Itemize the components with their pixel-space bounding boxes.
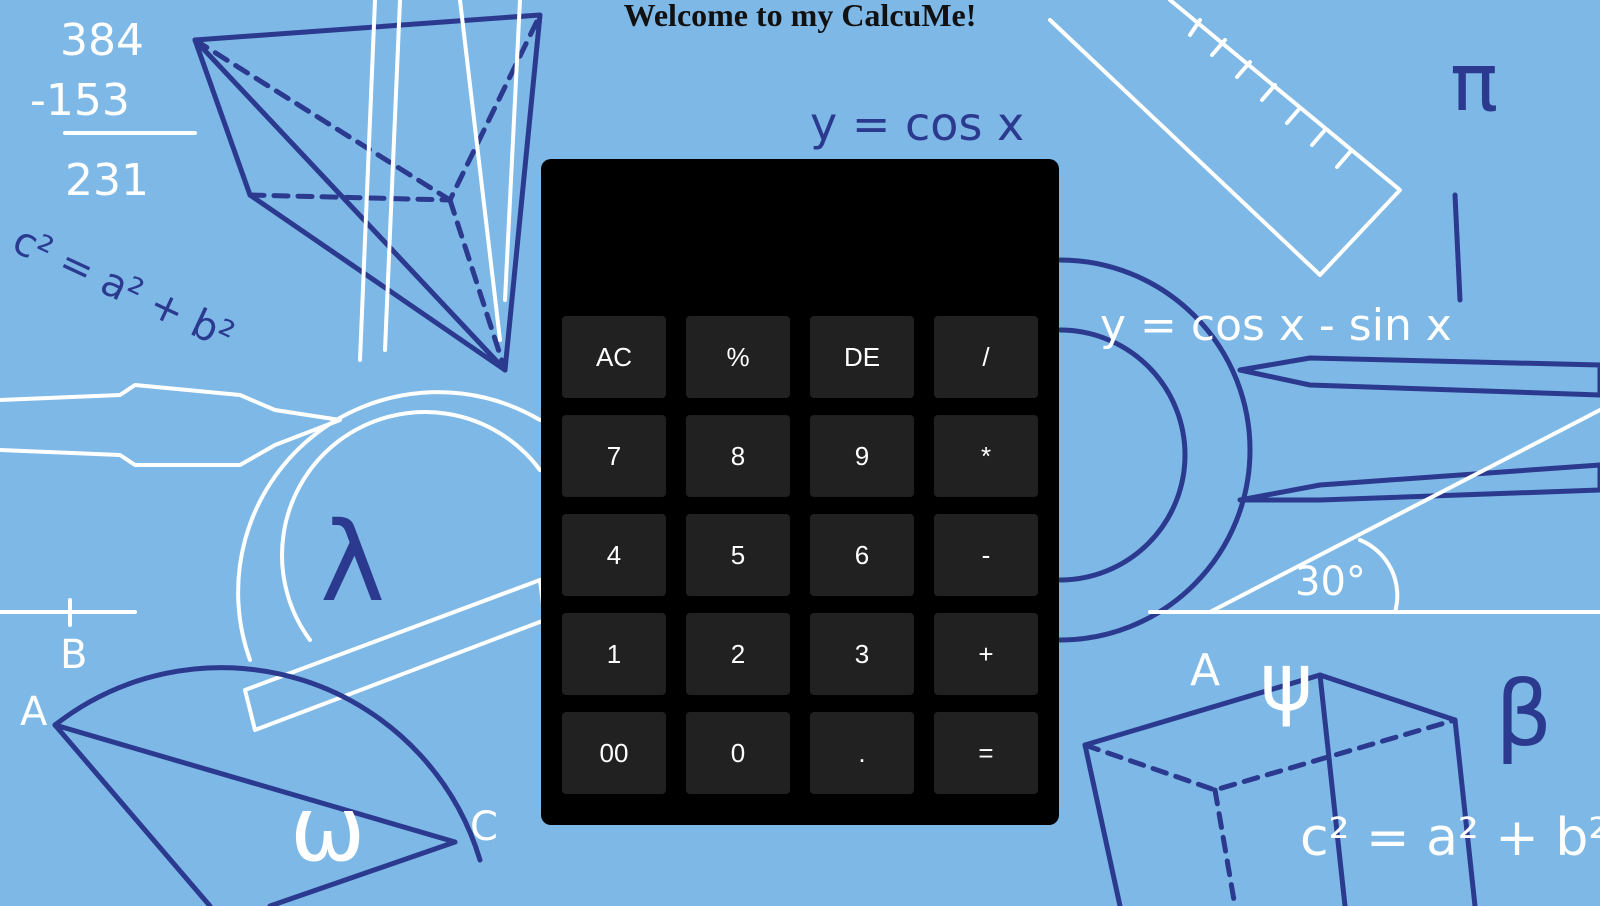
- key-4[interactable]: 4: [562, 514, 666, 596]
- key-7[interactable]: 7: [562, 415, 666, 497]
- pen-doodle-left: [0, 383, 342, 467]
- key-decimal[interactable]: .: [810, 712, 914, 794]
- pen-doodle-right: [1237, 355, 1600, 503]
- sum-line-right: [1452, 192, 1463, 303]
- key-9[interactable]: 9: [810, 415, 914, 497]
- circle-geometry-doodle: [52, 665, 483, 906]
- key-5[interactable]: 5: [686, 514, 790, 596]
- cos-upper-text: y = cos x: [810, 97, 1024, 151]
- key-multiply[interactable]: *: [934, 415, 1038, 497]
- calculator-display[interactable]: [561, 177, 1039, 289]
- omega-text: ω: [290, 777, 365, 882]
- key-divide[interactable]: /: [934, 316, 1038, 398]
- key-delete[interactable]: DE: [810, 316, 914, 398]
- triangle-doodle: [1148, 408, 1600, 614]
- letter-a-left-text: A: [20, 689, 48, 735]
- beta-text: β: [1495, 662, 1552, 767]
- key-3[interactable]: 3: [810, 613, 914, 695]
- calculator: AC% DE/ 7 8 9 * 4 5 6- 1 2 3 +00 0. =: [541, 159, 1059, 825]
- key-1[interactable]: 1: [562, 613, 666, 695]
- letter-b-left-text: B: [60, 632, 87, 678]
- sum-sub-text: -153: [30, 75, 130, 126]
- key-percent[interactable]: %: [686, 316, 790, 398]
- key-6[interactable]: 6: [810, 514, 914, 596]
- axis-line-doodle: [0, 598, 137, 627]
- cos-right-text: y = cos x - sin x: [1100, 300, 1452, 351]
- angle-30-text: 30°: [1295, 559, 1366, 605]
- pythagoras-right-text: c² = a² + b²: [1300, 808, 1600, 868]
- key-00[interactable]: 00: [562, 712, 666, 794]
- psi-text: ψ: [1260, 636, 1313, 729]
- page-title: Welcome to my CalcuMe!: [623, 0, 977, 33]
- compass-doodle: [358, 0, 522, 362]
- key-2[interactable]: 2: [686, 613, 790, 695]
- key-8[interactable]: 8: [686, 415, 790, 497]
- letter-a-right-text: A: [1190, 645, 1220, 696]
- lambda-text: λ: [320, 498, 385, 626]
- key-add[interactable]: +: [934, 613, 1038, 695]
- key-0[interactable]: 0: [686, 712, 790, 794]
- pi-text: π: [1450, 36, 1498, 129]
- pythagoras-left-text: c² = a² + b²: [6, 217, 241, 359]
- key-equals[interactable]: =: [934, 712, 1038, 794]
- key-ac[interactable]: AC: [562, 316, 666, 398]
- key-subtract[interactable]: -: [934, 514, 1038, 596]
- letter-c-left-text: C: [470, 804, 498, 850]
- calculator-keypad: AC% DE/ 7 8 9 * 4 5 6- 1 2 3 +00 0. =: [562, 316, 1038, 794]
- sum-result-text: 231: [65, 155, 149, 206]
- ruler-doodle: [1048, 0, 1402, 277]
